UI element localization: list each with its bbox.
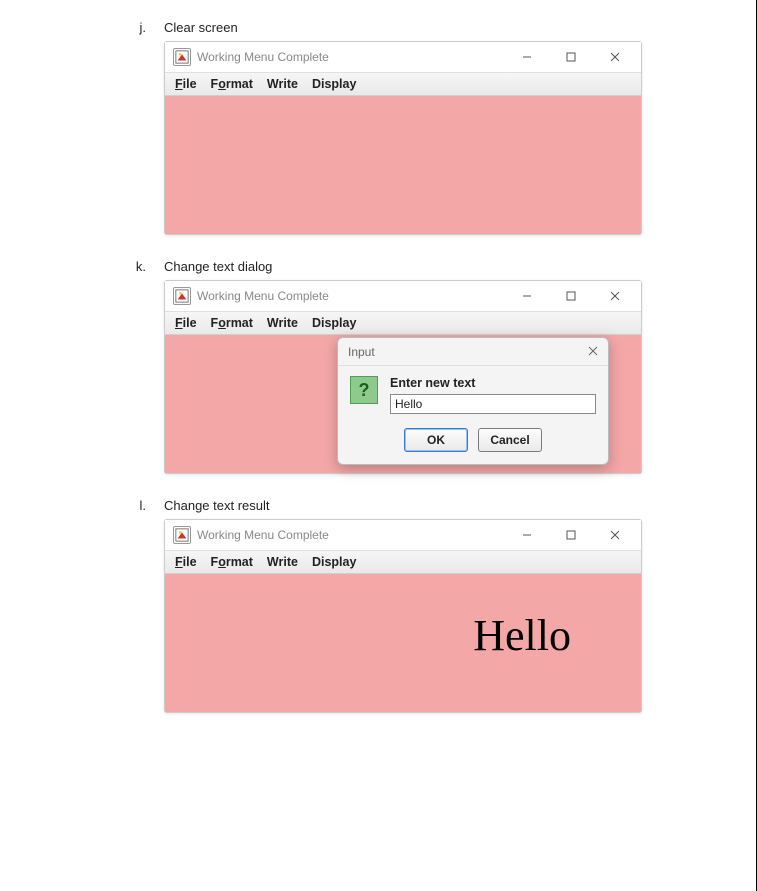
window-title: Working Menu Complete bbox=[197, 528, 505, 542]
app-icon bbox=[173, 526, 191, 544]
dialog-prompt: Enter new text bbox=[390, 376, 596, 390]
menu-display[interactable]: Display bbox=[312, 555, 356, 569]
window-controls bbox=[505, 283, 637, 309]
minimize-button[interactable] bbox=[505, 522, 549, 548]
menu-format[interactable]: Format bbox=[211, 555, 253, 569]
menu-display[interactable]: Display bbox=[312, 316, 356, 330]
dialog-title: Input bbox=[348, 345, 375, 359]
menubar: File Format Write Display bbox=[165, 311, 641, 335]
display-text: Hello bbox=[473, 610, 571, 661]
dialog-fields: Enter new text bbox=[390, 376, 596, 414]
close-button[interactable] bbox=[593, 44, 637, 70]
item-caption: Change text result bbox=[164, 498, 270, 513]
menu-format[interactable]: Format bbox=[211, 77, 253, 91]
item-letter: l. bbox=[130, 498, 146, 513]
item-header: k. Change text dialog bbox=[130, 259, 696, 274]
dialog-body: ? Enter new text bbox=[338, 366, 608, 420]
maximize-button[interactable] bbox=[549, 522, 593, 548]
app-icon bbox=[173, 287, 191, 305]
window-title: Working Menu Complete bbox=[197, 50, 505, 64]
window-controls bbox=[505, 522, 637, 548]
menubar: File Format Write Display bbox=[165, 550, 641, 574]
item-header: l. Change text result bbox=[130, 498, 696, 513]
client-area: Hello bbox=[165, 574, 641, 712]
dialog-buttons: OK Cancel bbox=[338, 420, 608, 464]
menubar: File Format Write Display bbox=[165, 72, 641, 96]
question-icon: ? bbox=[350, 376, 378, 404]
titlebar: Working Menu Complete bbox=[165, 42, 641, 72]
dialog-titlebar: Input bbox=[338, 338, 608, 366]
menu-file[interactable]: File bbox=[175, 555, 197, 569]
item-letter: k. bbox=[130, 259, 146, 274]
menu-format[interactable]: Format bbox=[211, 316, 253, 330]
item-caption: Clear screen bbox=[164, 20, 238, 35]
titlebar: Working Menu Complete bbox=[165, 520, 641, 550]
app-window-clear: Working Menu Complete File Format Write … bbox=[164, 41, 642, 235]
maximize-button[interactable] bbox=[549, 44, 593, 70]
window-title: Working Menu Complete bbox=[197, 289, 505, 303]
menu-display[interactable]: Display bbox=[312, 77, 356, 91]
maximize-button[interactable] bbox=[549, 283, 593, 309]
titlebar: Working Menu Complete bbox=[165, 281, 641, 311]
dialog-text-input[interactable] bbox=[390, 394, 596, 414]
doc-item-l: l. Change text result Working Menu Compl… bbox=[130, 498, 696, 713]
ok-button[interactable]: OK bbox=[404, 428, 468, 452]
app-window-result: Working Menu Complete File Format Write … bbox=[164, 519, 642, 713]
item-letter: j. bbox=[130, 20, 146, 35]
app-icon bbox=[173, 48, 191, 66]
client-area bbox=[165, 96, 641, 234]
menu-file[interactable]: File bbox=[175, 77, 197, 91]
minimize-button[interactable] bbox=[505, 283, 549, 309]
menu-write[interactable]: Write bbox=[267, 77, 298, 91]
close-button[interactable] bbox=[593, 283, 637, 309]
dialog-close-button[interactable] bbox=[588, 345, 598, 359]
cancel-button[interactable]: Cancel bbox=[478, 428, 542, 452]
minimize-button[interactable] bbox=[505, 44, 549, 70]
menu-file[interactable]: File bbox=[175, 316, 197, 330]
doc-item-j: j. Clear screen Working Menu Complete bbox=[130, 20, 696, 235]
item-header: j. Clear screen bbox=[130, 20, 696, 35]
menu-write[interactable]: Write bbox=[267, 316, 298, 330]
app-window-dialog: Working Menu Complete File Format Write … bbox=[164, 280, 642, 474]
item-caption: Change text dialog bbox=[164, 259, 272, 274]
doc-item-k: k. Change text dialog Working Menu Compl… bbox=[130, 259, 696, 474]
close-button[interactable] bbox=[593, 522, 637, 548]
input-dialog: Input ? Enter new text OK Ca bbox=[337, 337, 609, 465]
window-controls bbox=[505, 44, 637, 70]
client-area: Input ? Enter new text OK Ca bbox=[165, 335, 641, 473]
menu-write[interactable]: Write bbox=[267, 555, 298, 569]
